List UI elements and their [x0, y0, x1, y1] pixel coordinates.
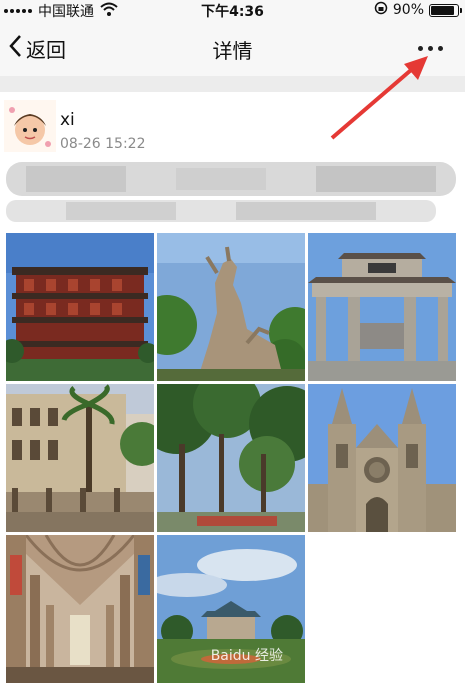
- photo-park-trees[interactable]: [157, 384, 305, 532]
- battery-icon: [429, 3, 462, 17]
- rotation-lock-icon: [374, 1, 388, 19]
- watermark: Baidu 经验: [210, 648, 283, 664]
- photo-goat-statue[interactable]: [157, 233, 305, 381]
- post-timestamp: 08-26 15:22: [60, 136, 146, 152]
- username[interactable]: xi: [60, 110, 75, 130]
- photo-grid: Baidu 经验: [6, 233, 458, 683]
- status-bar: 中国联通 下午4:36 90%: [0, 0, 465, 20]
- photo-church-interior[interactable]: [6, 535, 154, 683]
- photo-memorial-hall[interactable]: Baidu 经验: [157, 535, 305, 683]
- status-right: 90%: [374, 1, 462, 19]
- battery-fill: [431, 5, 455, 15]
- blurred-text: [6, 160, 456, 222]
- photo-colonial-building[interactable]: [6, 384, 154, 532]
- annotation-arrow: [330, 56, 428, 140]
- avatar[interactable]: [4, 100, 56, 152]
- battery-percent: 90%: [392, 2, 424, 18]
- photo-cathedral[interactable]: [308, 384, 456, 532]
- photo-tower[interactable]: [6, 233, 154, 381]
- photo-archway[interactable]: [308, 233, 456, 381]
